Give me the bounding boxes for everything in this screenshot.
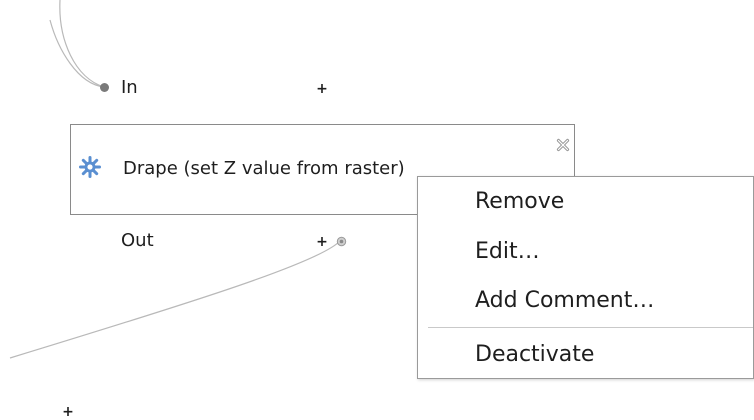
menu-item-deactivate[interactable]: Deactivate — [475, 341, 594, 369]
output-port-label: Out — [121, 230, 154, 251]
output-port-dot[interactable] — [336, 236, 347, 247]
algorithm-title: Drape (set Z value from raster) — [123, 158, 405, 179]
model-designer-canvas[interactable]: In + Drape (set Z value from raster) Out… — [0, 0, 754, 419]
close-icon[interactable] — [556, 138, 570, 152]
add-output-button[interactable]: + — [316, 235, 328, 249]
input-port-dot[interactable] — [99, 82, 110, 93]
menu-separator — [428, 327, 753, 328]
input-port-label: In — [121, 77, 138, 98]
add-input-button[interactable]: + — [316, 82, 328, 96]
menu-item-edit[interactable]: Edit… — [475, 238, 540, 266]
gear-icon — [79, 156, 101, 178]
menu-item-remove[interactable]: Remove — [475, 188, 564, 216]
context-menu: Remove Edit… Add Comment… Deactivate — [417, 176, 754, 379]
menu-item-add-comment[interactable]: Add Comment… — [475, 287, 654, 315]
